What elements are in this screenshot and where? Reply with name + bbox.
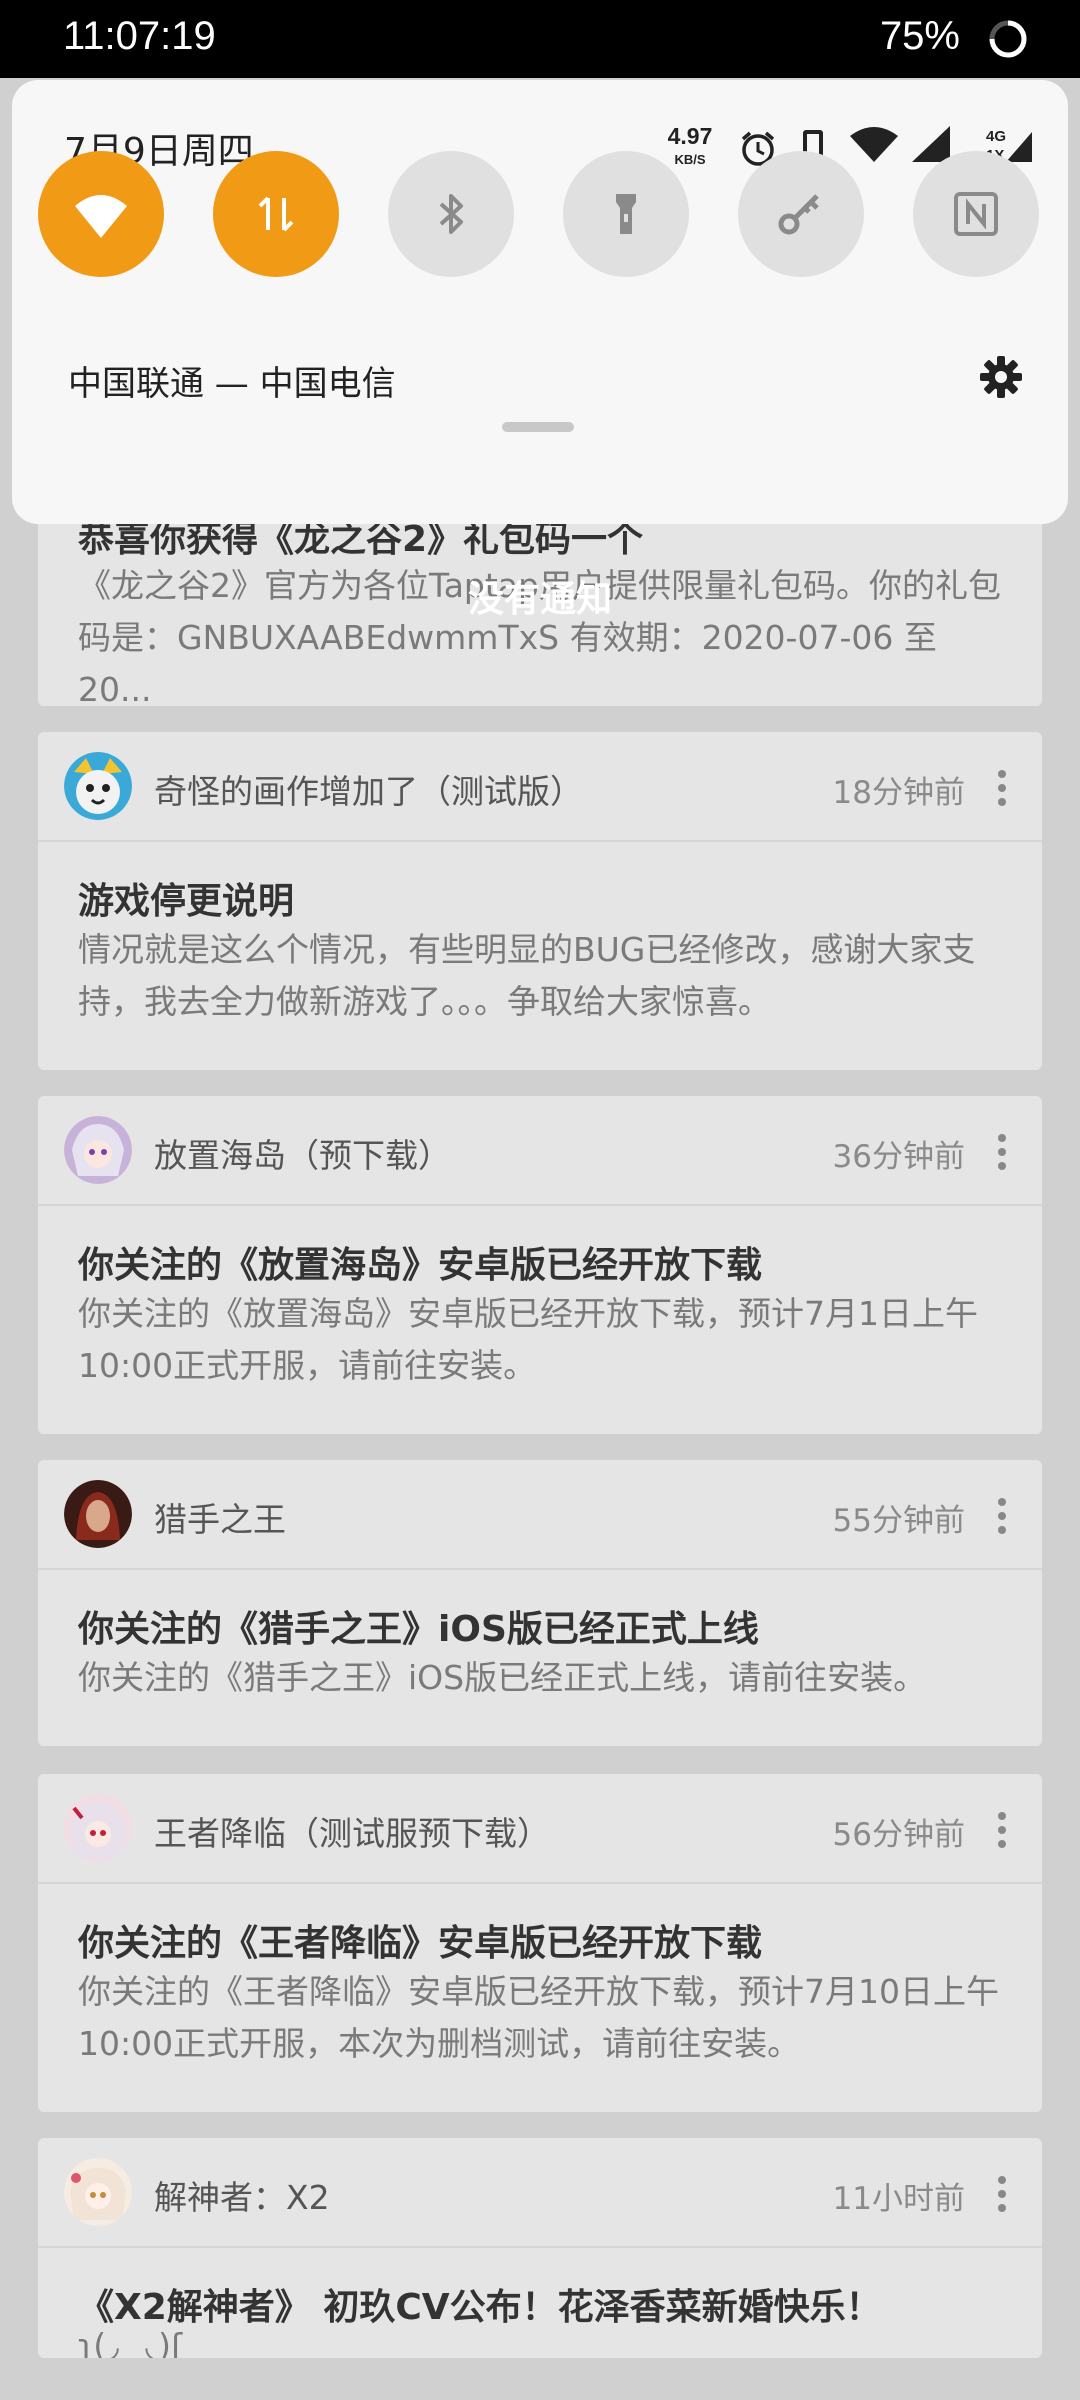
notification-time: 55分钟前: [832, 1503, 965, 1539]
notification-body: 你关注的《放置海岛》安卓版已经开放下载，预计7月1日上午10:00正式开服，请前…: [78, 1294, 978, 1385]
notification-header: 解神者：X2 11小时前: [38, 2138, 1042, 2248]
key-icon: [778, 194, 819, 235]
app-avatar: [64, 1116, 132, 1184]
notification-time: 18分钟前: [832, 775, 965, 811]
notification-title: 你关注的《王者降临》安卓版已经开放下载: [78, 1923, 763, 1964]
tile-bluetooth[interactable]: [388, 151, 514, 277]
app-name: 放置海岛（预下载）: [154, 1136, 451, 1175]
app-name: 奇怪的画作增加了（测试版）: [154, 772, 583, 811]
mobile-data-icon: [258, 196, 294, 232]
notification-card[interactable]: 放置海岛（预下载） 36分钟前 你关注的《放置海岛》安卓版已经开放下载 你关注的…: [38, 1096, 1042, 1434]
notification-title: 你关注的《猎手之王》iOS版已经正式上线: [78, 1609, 759, 1650]
notification-card[interactable]: 奇怪的画作增加了（测试版） 18分钟前 游戏停更说明 情况就是这么个情况，有些明…: [38, 732, 1042, 1070]
nfc-icon: [954, 192, 998, 236]
notification-time: 11小时前: [832, 2181, 965, 2217]
app-name: 猎手之王: [154, 1500, 286, 1539]
notification-card[interactable]: 解神者：X2 11小时前 《X2解神者》 初玖CV公布！花泽香菜新婚快乐！ ʅ(…: [38, 2138, 1042, 2358]
flashlight-icon: [616, 194, 636, 234]
panel-drag-handle[interactable]: [502, 422, 574, 432]
tile-nfc[interactable]: [913, 151, 1039, 277]
notification-time: 56分钟前: [832, 1817, 965, 1853]
battery-ring-icon: [989, 20, 1027, 58]
notification-title: 《X2解神者》 初玖CV公布！花泽香菜新婚快乐！: [78, 2287, 882, 2328]
more-options-icon[interactable]: [996, 1810, 1008, 1850]
tile-flashlight[interactable]: [563, 151, 689, 277]
more-options-icon[interactable]: [996, 2174, 1008, 2214]
tile-wifi[interactable]: [38, 151, 164, 277]
carrier-label: 中国联通 — 中国电信: [68, 364, 396, 404]
tile-mobile-data[interactable]: [213, 151, 339, 277]
notification-body: 情况就是这么个情况，有些明显的BUG已经修改，感谢大家支持，我去全力做新游戏了。…: [78, 930, 976, 1021]
status-time: 11:07:19: [63, 14, 216, 58]
signal-icon-1: [912, 126, 950, 162]
wifi-icon: [75, 195, 127, 238]
app-name: 解神者：X2: [154, 2178, 330, 2217]
notification-time: 36分钟前: [832, 1139, 965, 1175]
more-options-icon[interactable]: [996, 1132, 1008, 1172]
more-options-icon[interactable]: [996, 768, 1008, 808]
notification-header: 放置海岛（预下载） 36分钟前: [38, 1096, 1042, 1206]
notification-header: 王者降临（测试服预下载） 56分钟前: [38, 1774, 1042, 1884]
net-speed-unit: KB/S: [674, 152, 705, 167]
more-options-icon[interactable]: [996, 1496, 1008, 1536]
notification-card[interactable]: 王者降临（测试服预下载） 56分钟前 你关注的《王者降临》安卓版已经开放下载 你…: [38, 1774, 1042, 2112]
notification-title: 你关注的《放置海岛》安卓版已经开放下载: [78, 1245, 763, 1286]
network-type-4g: 4G: [986, 128, 1006, 145]
app-avatar: [64, 1480, 132, 1548]
wifi-status-icon: [850, 127, 898, 162]
settings-gear-icon[interactable]: [978, 354, 1024, 400]
notification-title: 游戏停更说明: [78, 881, 295, 922]
signal-icon-2: [1006, 132, 1032, 162]
tile-vpn[interactable]: [738, 151, 864, 277]
app-avatar: [64, 752, 132, 820]
net-speed-value: 4.97: [668, 123, 713, 149]
app-avatar: [64, 2158, 132, 2226]
notification-body: 你关注的《猎手之王》iOS版已经正式上线，请前往安装。: [78, 1658, 927, 1697]
bluetooth-icon: [439, 194, 463, 234]
notification-card[interactable]: 猎手之王 55分钟前 你关注的《猎手之王》iOS版已经正式上线 你关注的《猎手之…: [38, 1460, 1042, 1746]
battery-percentage: 75%: [879, 14, 960, 58]
notification-header: 猎手之王 55分钟前: [38, 1460, 1042, 1570]
notification-body: 你关注的《王者降临》安卓版已经开放下载，预计7月10日上午10:00正式开服，本…: [78, 1972, 999, 2063]
status-bar: 11:07:19 75%: [0, 0, 1080, 78]
no-notifications-label: 没有通知: [467, 579, 612, 620]
app-avatar: [64, 1794, 132, 1862]
notification-header: 奇怪的画作增加了（测试版） 18分钟前: [38, 732, 1042, 842]
notification-body: ʅ(◞‿◟)ʃ: [78, 2326, 183, 2359]
app-name: 王者降临（测试服预下载）: [154, 1814, 550, 1853]
quick-settings-panel: 7月9日周四 4.97 KB/S 4G 1X: [12, 80, 1068, 524]
